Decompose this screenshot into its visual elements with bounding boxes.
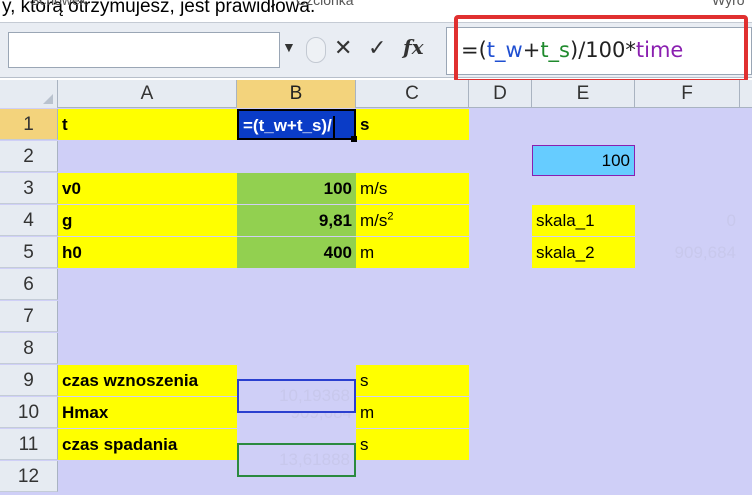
- row-header-4[interactable]: 4: [0, 205, 58, 236]
- cell-a1[interactable]: t: [58, 109, 237, 140]
- cell-c10[interactable]: m: [356, 397, 469, 428]
- formula-part: +: [522, 38, 541, 62]
- row-header-10[interactable]: 10: [0, 397, 58, 428]
- name-box-dropdown-icon[interactable]: ▼: [282, 39, 296, 55]
- formula-ref-tw: t_w: [486, 38, 523, 62]
- cell-f4[interactable]: 0: [635, 205, 740, 236]
- cell-c1[interactable]: s: [356, 109, 469, 140]
- formula-bar: ▼ ✕ ✓ fx =(t_w+t_s)/100*time: [0, 22, 752, 78]
- cell-b5[interactable]: 400: [237, 237, 356, 268]
- cell-a5[interactable]: h0: [58, 237, 237, 268]
- cell-a3[interactable]: v0: [58, 173, 237, 204]
- formula-part: =(: [461, 38, 487, 62]
- name-box[interactable]: [8, 32, 280, 68]
- row-header-6[interactable]: 6: [0, 269, 58, 300]
- enter-icon[interactable]: ✓: [368, 35, 386, 61]
- cell-c5[interactable]: m: [356, 237, 469, 268]
- column-header-b[interactable]: B: [237, 80, 356, 108]
- ribbon-strip: y, którą otrzymujesz, jest prawidłowa. S…: [0, 0, 752, 20]
- formula-part: )/100*: [570, 38, 636, 62]
- fill-handle[interactable]: [351, 136, 357, 142]
- row-header-3[interactable]: 3: [0, 173, 58, 204]
- cell-b4[interactable]: 9,81: [237, 205, 356, 236]
- column-header-f[interactable]: F: [635, 80, 740, 108]
- group-clipboard-label: Schowek: [30, 0, 87, 8]
- column-header-c[interactable]: C: [356, 80, 469, 108]
- formula-bar-resize-handle[interactable]: [306, 37, 326, 63]
- text-cursor: [332, 115, 335, 138]
- cell-b9-ref-tw[interactable]: 10,19368: [237, 379, 356, 413]
- column-header-d[interactable]: D: [469, 80, 532, 108]
- cell-c11[interactable]: s: [356, 429, 469, 460]
- column-header-a[interactable]: A: [58, 80, 237, 108]
- row-header-7[interactable]: 7: [0, 301, 58, 332]
- cell-b3[interactable]: 100: [237, 173, 356, 204]
- row-header-9[interactable]: 9: [0, 365, 58, 396]
- insert-function-icon[interactable]: fx: [403, 35, 424, 59]
- cell-a10[interactable]: Hmax: [58, 397, 237, 428]
- row-header-11[interactable]: 11: [0, 429, 58, 460]
- cell-c4-exponent: 2: [387, 210, 394, 223]
- cell-f5[interactable]: 909,684: [635, 237, 740, 268]
- cell-e4[interactable]: skala_1: [532, 205, 635, 236]
- cell-b1-formula: =(t_w+t_s)/: [243, 116, 332, 135]
- cell-e5[interactable]: skala_2: [532, 237, 635, 268]
- cancel-icon[interactable]: ✕: [334, 35, 352, 61]
- formula-ref-time: time: [635, 38, 684, 62]
- cell-c9[interactable]: s: [356, 365, 469, 396]
- group-font-label: Czcionka: [296, 0, 354, 8]
- row-header-1[interactable]: 1: [0, 109, 58, 140]
- column-header-e[interactable]: E: [532, 80, 635, 108]
- cell-b11-ref-ts[interactable]: 13,61888: [237, 443, 356, 477]
- cell-e2[interactable]: 100: [532, 145, 635, 176]
- cell-a9[interactable]: czas wznoszenia: [58, 365, 237, 396]
- cell-a11[interactable]: czas spadania: [58, 429, 237, 460]
- row-header-5[interactable]: 5: [0, 237, 58, 268]
- cell-c4-unit: m/s: [360, 211, 388, 230]
- spreadsheet-grid: A B C D E F 1 2 3 4 5 6 7 8 9 10 11 12 t…: [0, 80, 752, 495]
- row-header-12[interactable]: 12: [0, 461, 58, 492]
- formula-ref-ts: t_s: [540, 38, 571, 62]
- column-header-row: A B C D E F: [0, 80, 752, 108]
- select-all-corner[interactable]: [0, 80, 58, 108]
- cell-c3[interactable]: m/s: [356, 173, 469, 204]
- row-header-2[interactable]: 2: [0, 141, 58, 172]
- formula-input[interactable]: =(t_w+t_s)/100*time: [446, 27, 752, 75]
- cell-b1-active-editor[interactable]: =(t_w+t_s)/: [237, 109, 356, 140]
- row-header-8[interactable]: 8: [0, 333, 58, 364]
- cell-c4[interactable]: m/s2: [356, 205, 469, 236]
- group-cut-label: Wyró: [712, 0, 745, 8]
- cell-a4[interactable]: g: [58, 205, 237, 236]
